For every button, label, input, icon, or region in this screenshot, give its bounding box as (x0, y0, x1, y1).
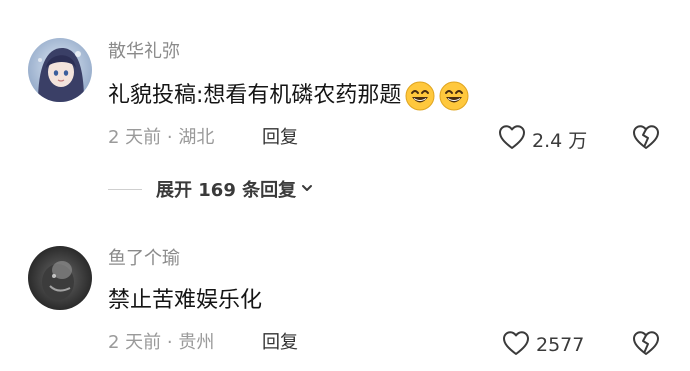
comment-meta: 2 天前 · 湖北 (108, 127, 214, 149)
avatar[interactable] (28, 38, 92, 102)
dislike-button[interactable] (632, 330, 660, 360)
username[interactable]: 鱼了个瑜 (108, 248, 180, 270)
meta-separator: · (166, 127, 173, 148)
expand-replies-label: 展开 169 条回复 (156, 180, 297, 201)
comment-text-body: 礼貌投稿:想看有机磷农药那题 (108, 83, 402, 108)
like-button[interactable]: 2.4 万 (498, 124, 587, 154)
comment-location: 湖北 (178, 127, 215, 148)
reply-button[interactable]: 回复 (262, 127, 298, 149)
comment-location: 贵州 (178, 332, 215, 353)
broken-heart-icon (632, 125, 660, 154)
grinning-squint-emoji-icon (405, 81, 435, 111)
comment-text: 禁止苦难娱乐化 (108, 286, 262, 316)
like-count: 2.4 万 (532, 129, 588, 152)
comment-time: 2 天前 (108, 332, 162, 353)
like-button[interactable]: 2577 (502, 330, 584, 360)
meta-separator: · (166, 332, 173, 353)
dislike-button[interactable] (632, 124, 660, 154)
heart-outline-icon (502, 330, 530, 360)
comment-time: 2 天前 (108, 127, 162, 148)
username[interactable]: 散华礼弥 (108, 41, 180, 63)
expand-replies-button[interactable]: 展开 169 条回复 (108, 176, 314, 202)
heart-outline-icon (498, 124, 526, 154)
grinning-squint-emoji-icon (439, 81, 469, 111)
comment-item: 鱼了个瑜 禁止苦难娱乐化 2 天前 · 贵州 回复 2577 (0, 220, 690, 371)
chevron-down-icon (296, 180, 314, 199)
like-count: 2577 (536, 334, 585, 356)
comment-text-body: 禁止苦难娱乐化 (108, 288, 263, 313)
comment-item: 散华礼弥 礼貌投稿:想看有机磷农药那题 2 天前 · 湖北 回复 2.4 万 展… (0, 0, 690, 220)
comment-meta: 2 天前 · 贵州 (108, 332, 214, 354)
broken-heart-icon (632, 331, 660, 360)
avatar[interactable] (28, 246, 92, 310)
reply-button[interactable]: 回复 (262, 332, 298, 354)
comment-text: 礼貌投稿:想看有机磷农药那题 (108, 81, 469, 111)
expand-divider (108, 188, 142, 190)
